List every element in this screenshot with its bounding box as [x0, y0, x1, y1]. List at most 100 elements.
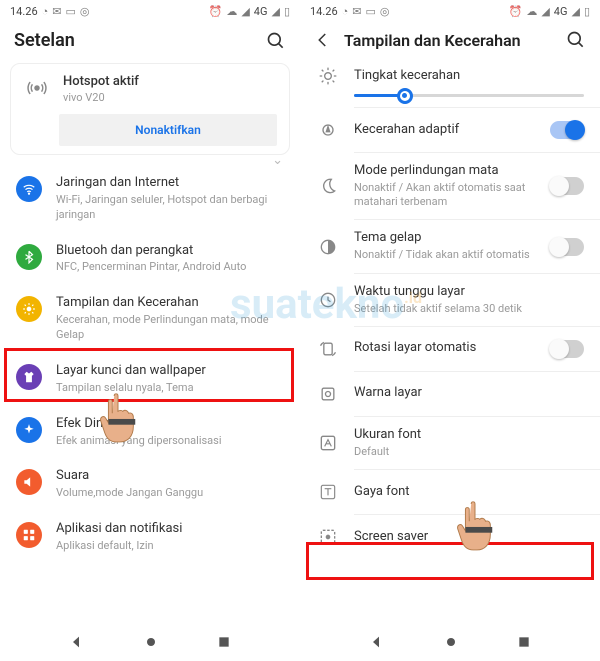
display-row-clock[interactable]: Waktu tunggu layarSetelah tidak aktif se…: [300, 274, 600, 326]
settings-row-sun[interactable]: Tampilan dan KecerahanKecerahan, mode Pe…: [0, 285, 300, 353]
status-icon-clock: ◔: [342, 5, 349, 18]
nav-back-icon[interactable]: [369, 634, 385, 654]
row-title: Bluetooh dan perangkat: [56, 243, 284, 260]
row-title: Jaringan dan Internet: [56, 175, 284, 192]
status-icon-alarm: ⏰: [509, 5, 523, 18]
nav-home-icon[interactable]: [143, 634, 159, 654]
row-subtitle: Tampilan selalu nyala, Tema: [56, 381, 284, 396]
row-title: Layar kunci dan wallpaper: [56, 363, 284, 380]
rotate-icon: [316, 337, 340, 361]
battery-icon: ▯: [584, 5, 590, 18]
palette-icon: [316, 382, 340, 406]
hotspot-icon: [23, 74, 51, 102]
status-icon-clock: ◔: [42, 5, 49, 18]
row-subtitle: NFC, Pencerminan Pintar, Android Auto: [56, 260, 284, 275]
header-right: Tampilan dan Kecerahan: [300, 22, 600, 54]
row-subtitle: Default: [354, 445, 584, 459]
display-row-fontstyle[interactable]: Gaya font: [300, 470, 600, 514]
search-icon[interactable]: [266, 31, 286, 51]
row-title: Ukuran font: [354, 427, 584, 444]
status-icon-msg: ▭: [366, 5, 376, 18]
status-icon-signal: ◢: [241, 5, 249, 18]
status-network: 4G: [254, 5, 268, 18]
brightness-label: Tingkat kecerahan: [354, 68, 584, 85]
row-title: Screen saver: [354, 529, 584, 546]
back-icon[interactable]: [314, 31, 332, 49]
bt-icon: [16, 244, 42, 270]
brightness-slider[interactable]: [354, 94, 584, 97]
sound-icon: [16, 469, 42, 495]
row-title: Waktu tunggu layar: [354, 284, 584, 301]
moon-icon: [316, 174, 340, 198]
row-subtitle: Aplikasi default, Izin: [56, 539, 284, 554]
row-title: Rotasi layar otomatis: [354, 340, 536, 357]
header-left: Setelan: [0, 22, 300, 55]
toggle-switch[interactable]: [550, 177, 584, 195]
display-row-rotate[interactable]: Rotasi layar otomatis: [300, 327, 600, 371]
hotspot-card[interactable]: Hotspot aktif vivo V20 Nonaktifkan ⌄: [10, 63, 290, 155]
status-time: 14.26: [10, 5, 38, 18]
page-title: Tampilan dan Kecerahan: [344, 31, 554, 50]
row-title: Aplikasi dan notifikasi: [56, 521, 284, 538]
hotspot-subtitle: vivo V20: [63, 91, 139, 104]
row-title: Warna layar: [354, 385, 584, 402]
search-icon[interactable]: [566, 30, 586, 50]
display-row-palette[interactable]: Warna layar: [300, 372, 600, 416]
toggle-switch[interactable]: [550, 340, 584, 358]
status-icon-ig: ◎: [80, 5, 90, 18]
settings-row-wifi[interactable]: Jaringan dan InternetWi-Fi, Jaringan sel…: [0, 165, 300, 233]
row-subtitle: Nonaktif / Tidak akan aktif otomatis: [354, 248, 536, 262]
row-subtitle: Volume,mode Jangan Ganggu: [56, 486, 284, 501]
slider-thumb[interactable]: [397, 88, 413, 104]
display-row-contrast[interactable]: Tema gelapNonaktif / Tidak akan aktif ot…: [300, 220, 600, 272]
fontstyle-icon: [316, 480, 340, 504]
status-icon-mail: ✉: [52, 5, 61, 18]
apps-icon: [16, 522, 42, 548]
row-subtitle: Efek animasi yang dipersonalisasi: [56, 434, 284, 449]
row-title: Gaya font: [354, 484, 584, 501]
status-icon-msg: ▭: [66, 5, 76, 18]
display-row-fontsize[interactable]: Ukuran fontDefault: [300, 417, 600, 469]
row-title: Efek Dinamis: [56, 416, 284, 433]
hotspot-title: Hotspot aktif: [63, 74, 139, 89]
nav-bar: [0, 627, 300, 661]
settings-row-apps[interactable]: Aplikasi dan notifikasiAplikasi default,…: [0, 511, 300, 564]
row-subtitle: Setelah tidak aktif selama 30 detik: [354, 302, 584, 316]
settings-row-bt[interactable]: Bluetooh dan perangkatNFC, Pencerminan P…: [0, 233, 300, 286]
status-bar: 14.26 ◔ ✉ ▭ ◎ ⏰ ☁ ◢ 4G ◢ ▯: [300, 0, 600, 22]
brightness-auto-icon: [316, 118, 340, 142]
row-title: Mode perlindungan mata: [354, 163, 536, 180]
status-icon-signal: ◢: [541, 5, 549, 18]
status-bar: 14.26 ◔ ✉ ▭ ◎ ⏰ ☁ ◢ 4G ◢ ▯: [0, 0, 300, 22]
toggle-switch[interactable]: [550, 238, 584, 256]
sun-icon: [16, 296, 42, 322]
brightness-icon: [316, 64, 340, 88]
status-icon-cloud: ☁: [226, 5, 237, 18]
display-row-moon[interactable]: Mode perlindungan mataNonaktif / Akan ak…: [300, 153, 600, 219]
toggle-switch[interactable]: [550, 121, 584, 139]
row-title: Tampilan dan Kecerahan: [56, 295, 284, 312]
row-subtitle: Wi-Fi, Jaringan seluler, Hotspot dan ber…: [56, 193, 284, 223]
row-subtitle: Kecerahan, mode Perlindungan mata, mode …: [56, 313, 284, 343]
settings-row-sparkle[interactable]: Efek DinamisEfek animasi yang dipersonal…: [0, 406, 300, 459]
row-title: Kecerahan adaptif: [354, 122, 536, 139]
display-row-screensaver[interactable]: Screen saver: [300, 515, 600, 559]
display-row-brightness-auto[interactable]: Kecerahan adaptif: [300, 108, 600, 152]
status-icon-ig: ◎: [380, 5, 390, 18]
nav-recent-icon[interactable]: [517, 635, 531, 653]
settings-row-shirt[interactable]: Layar kunci dan wallpaperTampilan selalu…: [0, 353, 300, 406]
nav-home-icon[interactable]: [443, 634, 459, 654]
clock-icon: [316, 288, 340, 312]
wifi-icon: [16, 176, 42, 202]
row-subtitle: Nonaktif / Akan aktif otomatis saat mata…: [354, 181, 536, 210]
fontsize-icon: [316, 431, 340, 455]
nav-recent-icon[interactable]: [217, 635, 231, 653]
deactivate-button[interactable]: Nonaktifkan: [59, 114, 277, 146]
page-title: Setelan: [14, 30, 254, 51]
nav-back-icon[interactable]: [69, 634, 85, 654]
status-icon-alarm: ⏰: [209, 5, 223, 18]
row-title: Tema gelap: [354, 230, 536, 247]
settings-row-sound[interactable]: SuaraVolume,mode Jangan Ganggu: [0, 458, 300, 511]
status-icon-signal2: ◢: [271, 5, 279, 18]
status-icon-mail: ✉: [352, 5, 361, 18]
